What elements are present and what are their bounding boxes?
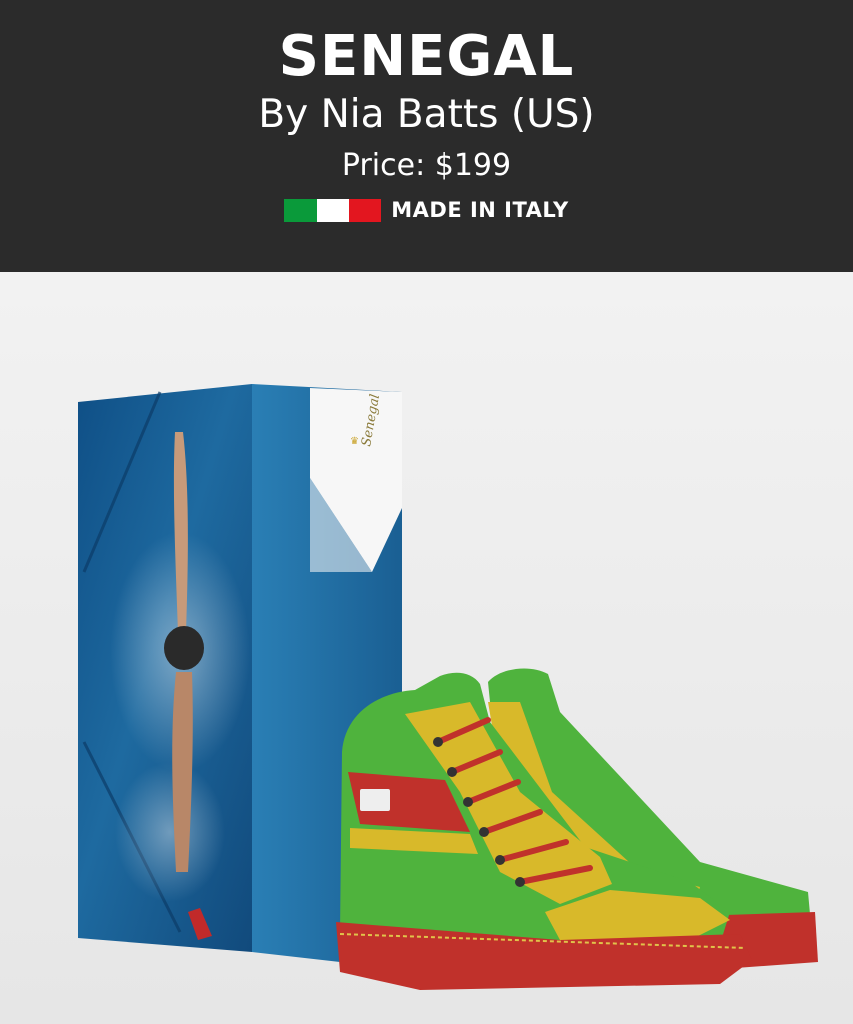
product-price: Price: $199 <box>341 148 512 183</box>
svg-text:♛: ♛ <box>350 436 359 447</box>
product-header: SENEGAL By Nia Batts (US) Price: $199 MA… <box>0 0 853 272</box>
product-title: SENEGAL <box>278 24 575 89</box>
designer-name: By Nia Batts (US) <box>258 92 595 137</box>
made-in-label: MADE IN ITALY <box>391 198 569 222</box>
product-image[interactable]: Senegal ♛ <box>0 272 853 1024</box>
product-page: SENEGAL By Nia Batts (US) Price: $199 MA… <box>0 0 853 1024</box>
origin-row: MADE IN ITALY <box>0 196 853 224</box>
italy-flag-icon <box>284 198 382 222</box>
